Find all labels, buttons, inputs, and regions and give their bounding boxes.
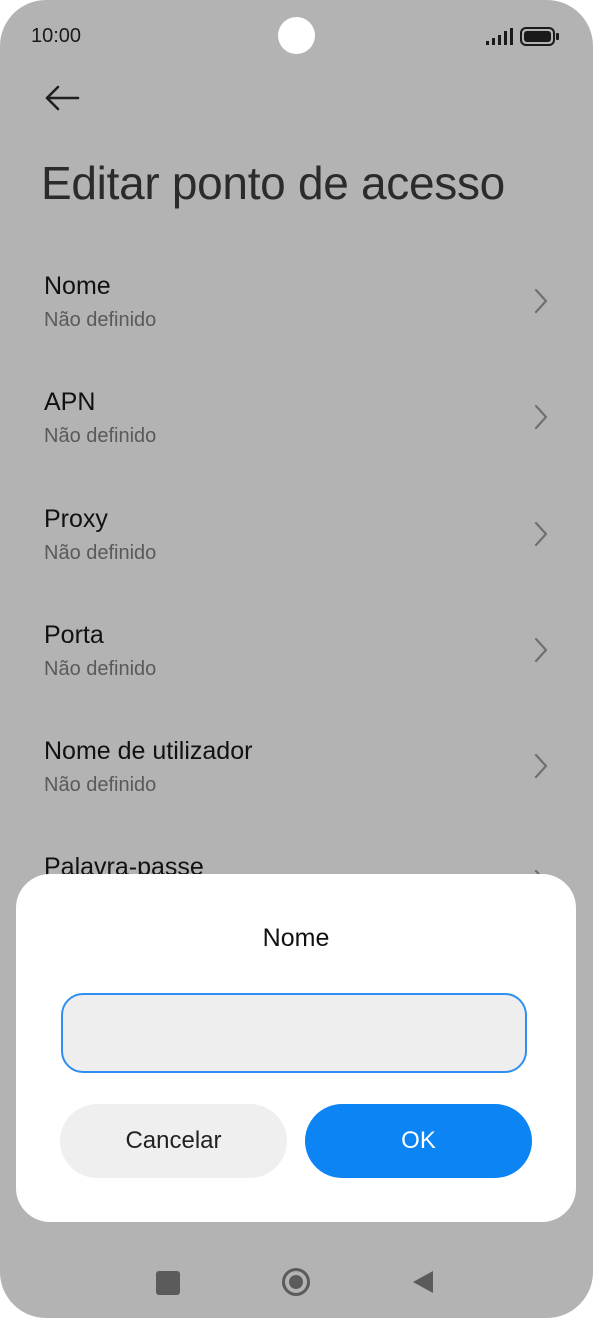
setting-title: Nome de utilizador (44, 737, 253, 765)
circle-icon[interactable] (281, 1267, 311, 1297)
page-title: Editar ponto de acesso (41, 157, 505, 209)
setting-value: Não definido (44, 309, 157, 331)
chevron-right-icon (534, 637, 548, 663)
setting-title: Porta (44, 621, 104, 649)
chevron-right-icon (534, 753, 548, 779)
triangle-icon[interactable] (411, 1269, 435, 1295)
setting-value: Não definido (44, 542, 157, 564)
phone-screen: 10:00 Editar ponto de acesso Nome Não de… (0, 0, 593, 1318)
setting-item-nome-de-utilizador[interactable]: Nome de utilizador Não definido (0, 723, 593, 823)
arrow-left-icon (45, 85, 80, 111)
setting-item-apn[interactable]: APN Não definido (0, 374, 593, 474)
name-input[interactable] (61, 993, 527, 1073)
setting-item-porta[interactable]: Porta Não definido (0, 607, 593, 707)
battery-icon (520, 27, 559, 46)
setting-title: Nome (44, 272, 111, 300)
setting-value: Não definido (44, 774, 157, 796)
setting-value: Não definido (44, 425, 157, 447)
chevron-right-icon (534, 404, 548, 430)
setting-item-nome[interactable]: Nome Não definido (0, 258, 593, 358)
setting-value: Não definido (44, 658, 157, 680)
signal-icon (486, 28, 513, 45)
setting-title: Proxy (44, 505, 108, 533)
name-dialog: Nome Cancelar OK (16, 874, 576, 1222)
chevron-right-icon (534, 521, 548, 547)
setting-item-proxy[interactable]: Proxy Não definido (0, 491, 593, 591)
status-time: 10:00 (31, 25, 82, 47)
setting-title: APN (44, 388, 96, 416)
dialog-title: Nome (262, 924, 330, 952)
square-icon[interactable] (156, 1271, 180, 1295)
ok-button[interactable]: OK (305, 1104, 532, 1178)
chevron-right-icon (534, 288, 548, 314)
status-bar: 10:00 (0, 0, 593, 72)
back-button[interactable] (38, 78, 86, 118)
cancel-button[interactable]: Cancelar (60, 1104, 287, 1178)
navigation-bar (0, 1246, 593, 1318)
front-camera (278, 17, 315, 54)
